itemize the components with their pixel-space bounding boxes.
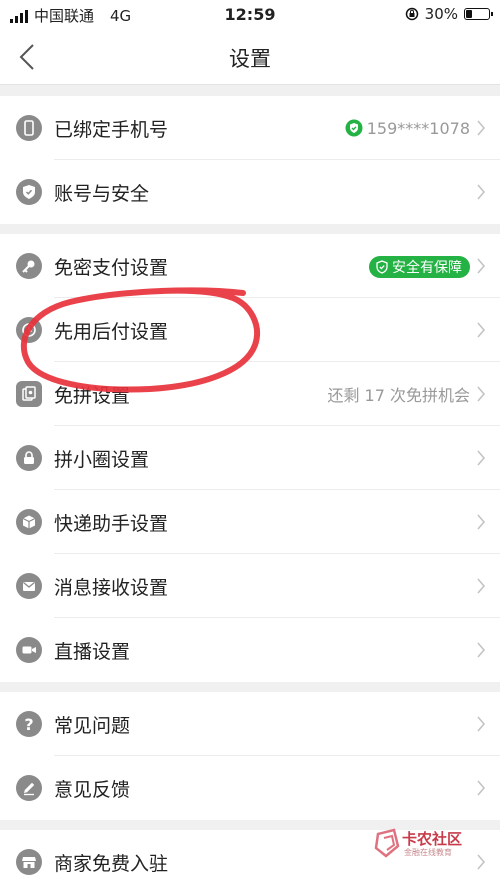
- settings-item-label: 已绑定手机号: [54, 118, 169, 141]
- chevron-right-icon: [477, 450, 486, 466]
- chevron-right-icon: [477, 184, 486, 200]
- store-icon: [16, 849, 42, 875]
- chevron-right-icon: [477, 514, 486, 530]
- settings-item-feedback[interactable]: 意见反馈: [0, 756, 500, 820]
- nav-bar: 设置: [0, 30, 500, 85]
- settings-item-label: 消息接收设置: [54, 576, 169, 599]
- settings-item-label: 免拼设置: [54, 384, 131, 407]
- lock-circle-icon: [16, 445, 42, 471]
- battery-percent: 30%: [424, 5, 458, 23]
- shield-check-icon: [376, 260, 388, 274]
- settings-item-label: 快递助手设置: [54, 512, 169, 535]
- shield-icon: [16, 179, 42, 205]
- settings-item-label: 意见反馈: [54, 778, 131, 801]
- video-icon: [16, 637, 42, 663]
- settings-item-account-security[interactable]: 账号与安全: [0, 160, 500, 224]
- rotation-lock-icon: [405, 7, 418, 21]
- chevron-right-icon: [477, 386, 486, 402]
- settings-item-label: 直播设置: [54, 640, 131, 663]
- question-icon: ?: [16, 711, 42, 737]
- watermark-subtitle: 金融在线教育: [404, 848, 452, 857]
- settings-item-free-group-buy[interactable]: 免拼设置 还剩 17 次免拼机会: [0, 362, 500, 426]
- group-buy-icon: [16, 381, 42, 407]
- chevron-right-icon: [477, 322, 486, 338]
- edit-icon: [16, 775, 42, 801]
- watermark-title: 卡农社区: [402, 830, 463, 848]
- settings-item-message-receive[interactable]: 消息接收设置: [0, 554, 500, 618]
- settings-item-delivery-assistant[interactable]: 快递助手设置: [0, 490, 500, 554]
- phone-icon: [16, 115, 42, 141]
- settings-group-account: 已绑定手机号 159****1078 账号与安全: [0, 96, 500, 224]
- chevron-right-icon: [477, 120, 486, 136]
- settings-item-label: 先用后付设置: [54, 320, 169, 343]
- settings-item-label: 免密支付设置: [54, 256, 169, 279]
- chevron-right-icon: [477, 642, 486, 658]
- status-bar: 中国联通 4G 12:59 30%: [0, 0, 500, 30]
- mail-icon: [16, 573, 42, 599]
- key-icon: [16, 253, 42, 279]
- clock-pay-icon: [16, 317, 42, 343]
- chevron-right-icon: [477, 716, 486, 732]
- security-badge: 安全有保障: [369, 256, 470, 278]
- settings-item-pay-later[interactable]: 先用后付设置: [0, 298, 500, 362]
- settings-item-password-free-pay[interactable]: 免密支付设置 安全有保障: [0, 234, 500, 298]
- package-icon: [16, 509, 42, 535]
- settings-group-help: ? 常见问题 意见反馈: [0, 692, 500, 820]
- chevron-right-icon: [477, 578, 486, 594]
- status-right: 30%: [405, 5, 493, 23]
- settings-item-label: 常见问题: [54, 714, 131, 737]
- chevron-right-icon: [477, 258, 486, 274]
- page-title: 设置: [229, 47, 271, 71]
- settings-item-bound-phone[interactable]: 已绑定手机号 159****1078: [0, 96, 500, 160]
- settings-item-pin-circle[interactable]: 拼小圈设置: [0, 426, 500, 490]
- verified-shield-icon: [345, 119, 363, 137]
- chevron-right-icon: [477, 780, 486, 796]
- settings-item-live-stream[interactable]: 直播设置: [0, 618, 500, 682]
- settings-group-features: 免密支付设置 安全有保障 先用后付设置 免拼设置 还剩 17 次免拼机会 拼小圈…: [0, 234, 500, 682]
- battery-icon: [464, 8, 493, 20]
- settings-item-label: 商家免费入驻: [54, 852, 169, 875]
- free-group-buy-count: 还剩 17 次免拼机会: [327, 386, 470, 405]
- phone-number-value: 159****1078: [345, 119, 470, 138]
- settings-item-label: 账号与安全: [54, 182, 150, 205]
- settings-item-label: 拼小圈设置: [54, 448, 150, 471]
- settings-item-faq[interactable]: ? 常见问题: [0, 692, 500, 756]
